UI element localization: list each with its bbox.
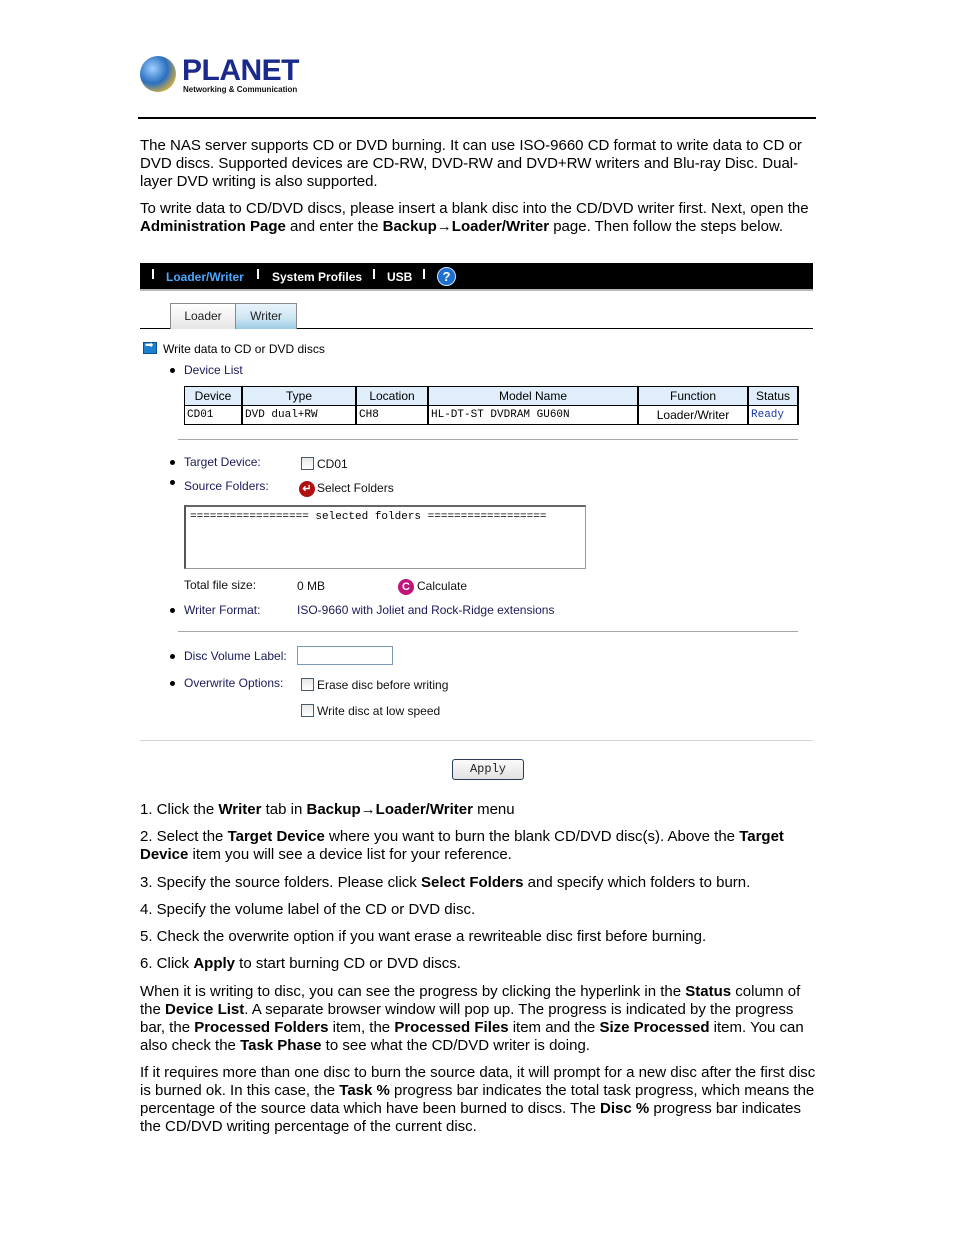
total-size-value: 0 MB <box>297 579 326 593</box>
text: To write data to CD/DVD discs, please in… <box>140 200 809 217</box>
bullet <box>170 654 175 659</box>
cell-type: DVD dual+RW <box>241 405 357 425</box>
device-list-label: Device List <box>184 363 243 377</box>
help-icon[interactable]: ? <box>437 267 456 286</box>
cell-location: CH8 <box>355 405 429 425</box>
target-device-checkbox[interactable] <box>301 457 314 470</box>
intro-paragraph-2: To write data to CD/DVD discs, please in… <box>140 200 816 236</box>
column-header: Type <box>241 386 357 406</box>
cell-model: HL-DT-ST DVDRAM GU60N <box>427 405 639 425</box>
column-header: Model Name <box>427 386 639 406</box>
nav-item-loader-writer[interactable]: Loader/Writer <box>166 270 244 284</box>
bullet <box>170 608 175 613</box>
logo-tagline: Networking & Communication <box>183 85 298 94</box>
writer-format-value: ISO-9660 with Joliet and Rock-Ridge exte… <box>297 603 555 617</box>
overwrite-options-label: Overwrite Options: <box>184 676 284 690</box>
bullet <box>170 368 175 373</box>
total-size-label: Total file size: <box>184 578 257 592</box>
table-header-row: Device Type Location Model Name Function… <box>184 386 799 406</box>
logo-brand: PLANET <box>182 54 300 87</box>
target-device-option[interactable]: CD01 <box>317 457 348 471</box>
step-6: 6. Click Apply to start burning CD or DV… <box>140 955 461 972</box>
volume-label-input[interactable] <box>297 646 393 665</box>
device-table: Device Type Location Model Name Function… <box>184 386 799 425</box>
tab-bar: Loader Writer <box>140 300 813 329</box>
column-header: Status <box>747 386 799 406</box>
bullet <box>170 681 175 686</box>
low-speed-checkbox[interactable] <box>301 704 314 717</box>
nav-separator <box>423 269 425 279</box>
arrow-right-icon <box>143 340 157 354</box>
section-title: Write data to CD or DVD discs <box>143 340 325 356</box>
header-divider <box>138 117 816 119</box>
bold-text: Backup→Loader/Writer <box>382 218 550 235</box>
intro-paragraph-1: The NAS server supports CD or DVD burnin… <box>140 137 802 190</box>
planet-logo: PLANET Networking & Communication <box>140 54 300 96</box>
table-row: CD01 DVD dual+RW CH8 HL-DT-ST DVDRAM GU6… <box>184 405 799 425</box>
text: page. Then follow the steps below. <box>549 218 784 235</box>
bullet <box>170 480 175 485</box>
column-header: Function <box>637 386 749 406</box>
divider <box>178 631 798 632</box>
erase-disc-label[interactable]: Erase disc before writing <box>317 678 448 692</box>
nav-separator <box>373 269 375 279</box>
outro-paragraph-2: If it requires more than one disc to bur… <box>140 1064 816 1135</box>
tab-writer[interactable]: Writer <box>235 303 297 329</box>
section-title-text: Write data to CD or DVD discs <box>163 342 325 356</box>
writer-format-label: Writer Format: <box>184 603 261 617</box>
nav-item-system-profiles[interactable]: System Profiles <box>272 270 362 284</box>
calculate-button[interactable]: Calculate <box>417 579 467 593</box>
divider <box>178 439 798 440</box>
globe-icon <box>140 56 176 92</box>
source-folders-label: Source Folders: <box>184 479 269 493</box>
return-arrow-icon[interactable]: ↵ <box>299 481 315 497</box>
nav-item-usb[interactable]: USB <box>387 270 412 284</box>
top-nav-bar: Loader/Writer System Profiles USB ? <box>140 263 813 291</box>
volume-label-label: Disc Volume Label: <box>184 649 287 663</box>
step-5: 5. Check the overwrite option if you wan… <box>140 928 707 945</box>
nav-separator <box>152 269 154 279</box>
erase-disc-checkbox[interactable] <box>301 678 314 691</box>
divider <box>140 740 813 741</box>
step-1: 1. Click the Writer tab in Backup→Loader… <box>140 801 515 818</box>
step-4: 4. Specify the volume label of the CD or… <box>140 901 476 918</box>
status-link[interactable]: Ready <box>747 405 799 425</box>
tab-loader[interactable]: Loader <box>170 303 236 329</box>
target-device-label: Target Device: <box>184 455 261 469</box>
column-header: Device <box>184 386 243 406</box>
selected-folders-box[interactable]: ================== selected folders ====… <box>184 505 586 569</box>
nav-separator <box>257 269 259 279</box>
outro-paragraph-1: When it is writing to disc, you can see … <box>140 983 804 1054</box>
select-folders-button[interactable]: Select Folders <box>317 481 394 495</box>
low-speed-label[interactable]: Write disc at low speed <box>317 704 440 718</box>
column-header: Location <box>355 386 429 406</box>
step-3: 3. Specify the source folders. Please cl… <box>140 874 751 891</box>
step-2: 2. Select the Target Device where you wa… <box>140 828 784 863</box>
apply-button[interactable]: Apply <box>452 759 524 780</box>
cell-function: Loader/Writer <box>637 405 749 425</box>
bold-text: Administration Page <box>140 218 286 235</box>
text: and enter the <box>285 218 383 235</box>
calculate-icon[interactable]: C <box>398 579 414 595</box>
cell-device: CD01 <box>184 405 243 425</box>
bullet <box>170 460 175 465</box>
